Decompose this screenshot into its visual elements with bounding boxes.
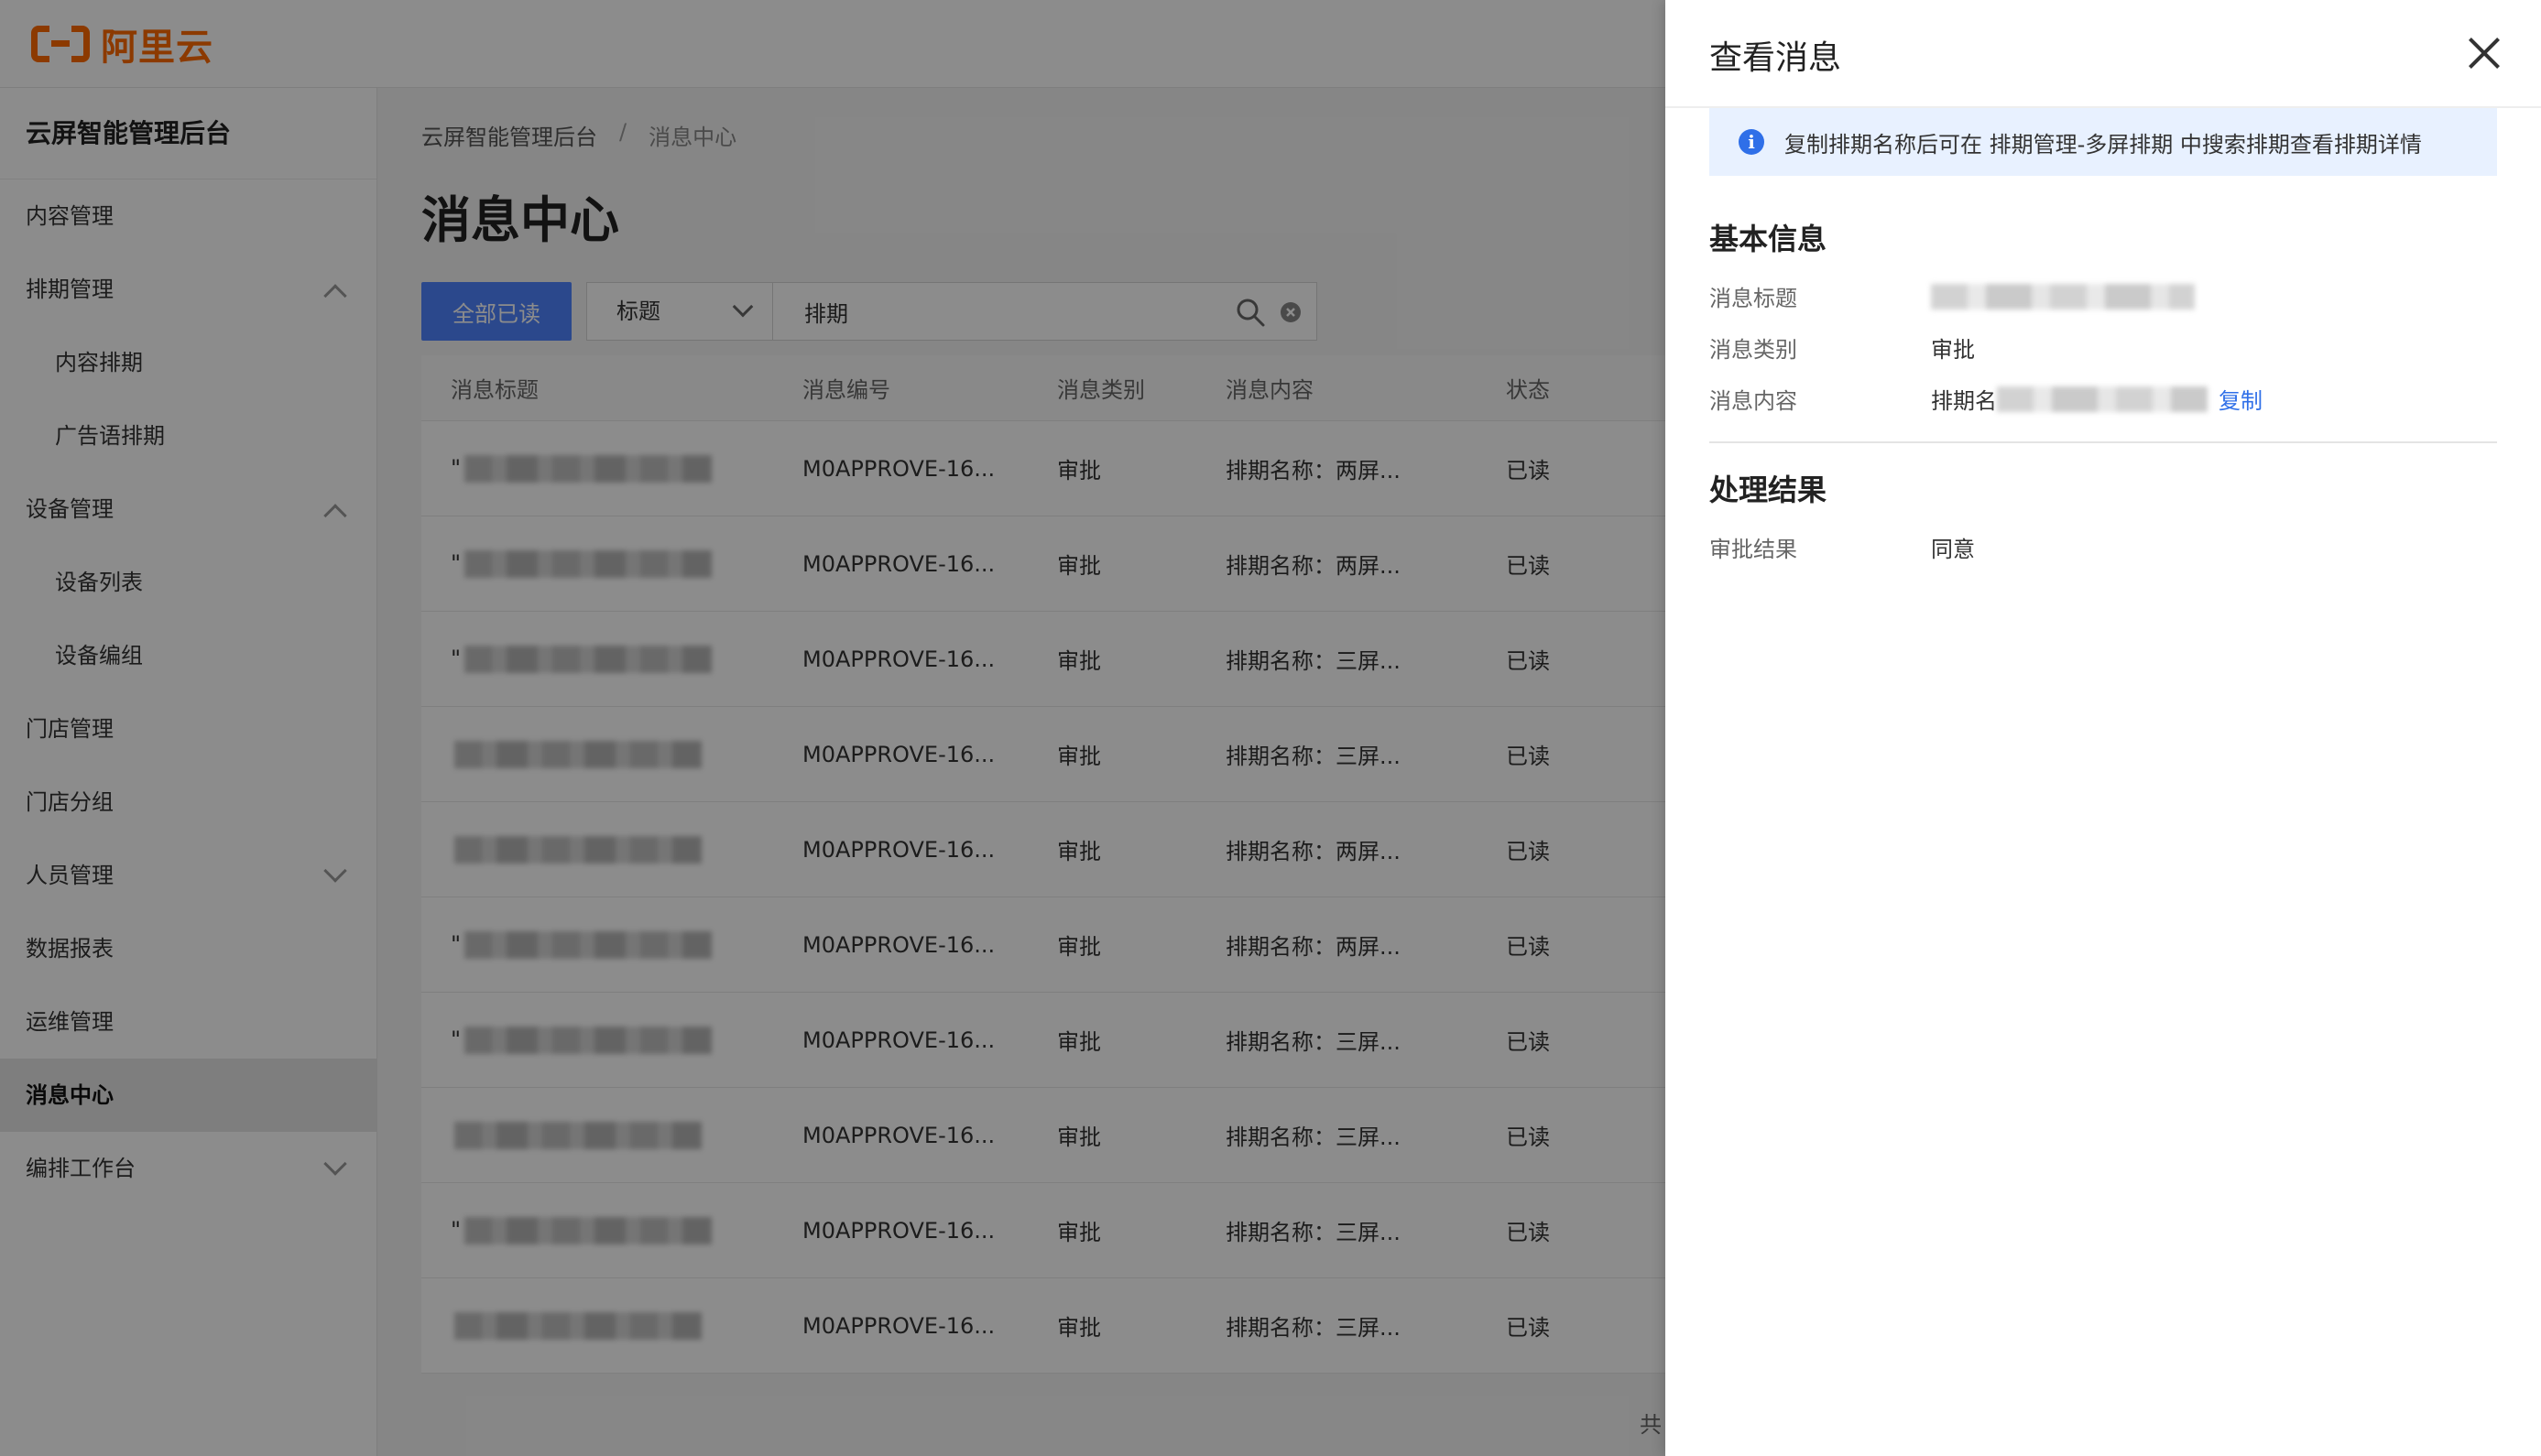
field-value: 审批 [1931, 337, 1975, 363]
drawer-mask[interactable] [0, 0, 1665, 1456]
close-icon[interactable] [2468, 37, 2501, 70]
field-value [1931, 283, 2195, 310]
info-notice-text: 复制排期名称后可在 排期管理-多屏排期 中搜索排期查看排期详情 [1784, 131, 2422, 158]
basic-info-title: 基本信息 [1709, 222, 1827, 256]
redacted-value [1997, 386, 2208, 412]
field-label: 审批结果 [1709, 537, 1797, 562]
info-icon: i [1739, 129, 1764, 155]
content-prefix: 排期名 [1931, 388, 1997, 414]
redacted-value [1931, 283, 2195, 310]
field-message-content: 消息内容 排期名 复制 [1709, 383, 2263, 415]
field-message-category: 消息类别 审批 [1709, 331, 1975, 364]
field-label: 消息标题 [1709, 286, 1797, 311]
result-title: 处理结果 [1709, 473, 1827, 507]
copy-link[interactable]: 复制 [2219, 383, 2263, 415]
info-notice: i 复制排期名称后可在 排期管理-多屏排期 中搜索排期查看排期详情 [1709, 108, 2497, 176]
field-message-title: 消息标题 [1709, 280, 2195, 312]
field-label: 消息类别 [1709, 337, 1797, 363]
field-value: 排期名 复制 [1931, 383, 2263, 415]
drawer-title: 查看消息 [1709, 39, 1842, 77]
field-value: 同意 [1931, 537, 1975, 562]
field-approval-result: 审批结果 同意 [1709, 531, 1975, 563]
section-divider [1709, 441, 2497, 443]
field-label: 消息内容 [1709, 388, 1797, 414]
message-detail-drawer: 查看消息 i 复制排期名称后可在 排期管理-多屏排期 中搜索排期查看排期详情 基… [1665, 0, 2541, 1456]
